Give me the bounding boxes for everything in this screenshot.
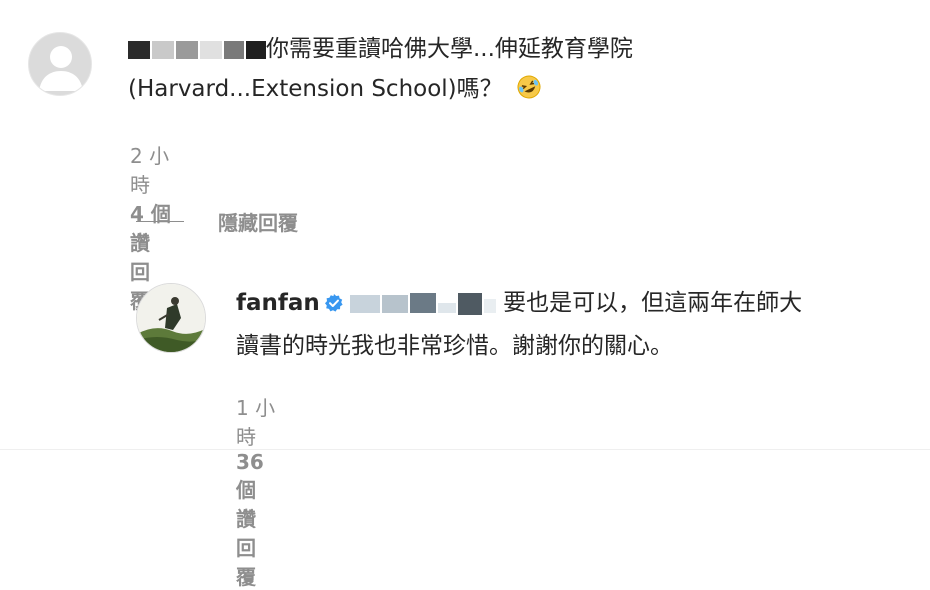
verified-badge-icon xyxy=(324,286,344,326)
reply-text: fanfan 要也是可以，但這兩年在師大 讀書的時光我也非常珍惜。謝謝你的關心。 xyxy=(236,283,916,366)
reply-text-line1: 要也是可以，但這兩年在師大 xyxy=(503,290,803,316)
comment-text-line1: 你需要重讀哈佛大學...伸延教育學院 xyxy=(266,36,633,62)
hide-replies-label[interactable]: 隱藏回覆 xyxy=(218,207,298,236)
reply-time: 1 小時 xyxy=(236,396,276,449)
redacted-username xyxy=(128,39,266,59)
avatar-photo-image xyxy=(137,284,205,352)
default-avatar[interactable] xyxy=(28,32,92,96)
rolling-on-floor-laughing-emoji-icon xyxy=(516,73,542,113)
likes-count-button[interactable]: 36 個讚 xyxy=(236,450,264,531)
comment-time: 2 小時 xyxy=(130,144,170,197)
user-avatar[interactable] xyxy=(136,283,206,353)
divider-line xyxy=(136,221,184,222)
comment-text-line2: (Harvard...Extension School)嗎？ xyxy=(128,76,503,102)
comment-text: 你需要重讀哈佛大學...伸延教育學院 (Harvard...Extension … xyxy=(128,29,908,113)
reply-button[interactable]: 回覆 xyxy=(236,536,256,589)
reply-text-line2: 讀書的時光我也非常珍惜。謝謝你的關心。 xyxy=(236,333,673,359)
reply-meta: 1 小時 36 個讚 回覆 xyxy=(236,392,282,590)
redacted-mention xyxy=(349,289,496,315)
person-silhouette-icon xyxy=(39,46,83,91)
reply-username-link[interactable]: fanfan xyxy=(236,290,320,316)
hide-replies-toggle[interactable]: 隱藏回覆 xyxy=(136,207,298,236)
